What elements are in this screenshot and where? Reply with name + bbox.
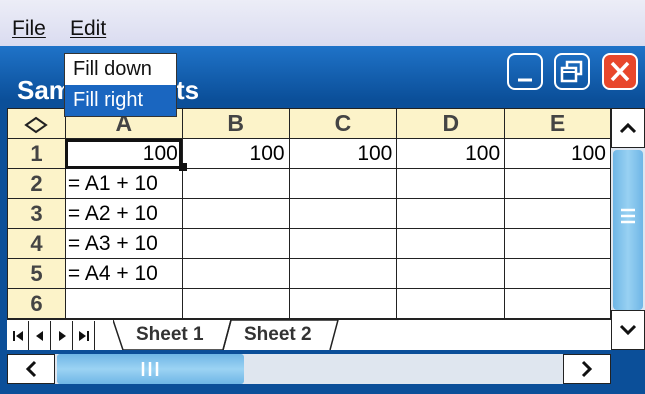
cell-d4[interactable] (396, 228, 506, 259)
previous-sheet-button[interactable] (29, 321, 51, 350)
row-header-1[interactable]: 1 (7, 138, 66, 169)
cell-a6[interactable] (64, 288, 183, 319)
sheet-tab-1[interactable]: Sheet 1 (136, 320, 204, 350)
cell-a1[interactable]: 100 (64, 138, 183, 169)
row-header-2[interactable]: 2 (7, 168, 66, 199)
cell-e6[interactable] (504, 288, 611, 319)
cell-a4[interactable]: = A3 + 10 (64, 228, 183, 259)
cell-e2[interactable] (504, 168, 611, 199)
cell-c3[interactable] (288, 198, 398, 229)
cell-b5[interactable] (181, 258, 290, 289)
cell-b3[interactable] (181, 198, 290, 229)
row-header-4[interactable]: 4 (7, 228, 66, 259)
cell-a2[interactable]: = A1 + 10 (64, 168, 183, 199)
horizontal-scroll-thumb[interactable] (57, 354, 244, 384)
edit-dropdown-menu: Fill down Fill right (64, 53, 177, 117)
file-menu[interactable]: File (12, 17, 46, 41)
column-header-d[interactable]: D (396, 108, 506, 139)
row-header-6[interactable]: 6 (7, 288, 66, 319)
cell-d2[interactable] (396, 168, 506, 199)
cell-c4[interactable] (288, 228, 398, 259)
row-header-3[interactable]: 3 (7, 198, 66, 229)
triangle-right-icon (58, 330, 66, 341)
scroll-right-button[interactable] (563, 354, 611, 384)
triangle-left-icon (35, 330, 43, 341)
cell-e3[interactable] (504, 198, 611, 229)
chevron-down-icon (619, 324, 637, 336)
cell-d3[interactable] (396, 198, 506, 229)
first-sheet-button[interactable] (7, 321, 29, 350)
vertical-scroll-thumb[interactable] (613, 150, 643, 310)
edit-menu[interactable]: Edit (70, 17, 106, 41)
cell-c1[interactable]: 100 (288, 138, 398, 169)
close-button[interactable] (602, 53, 638, 90)
cell-c6[interactable] (288, 288, 398, 319)
column-header-c[interactable]: C (288, 108, 398, 139)
cell-b4[interactable] (181, 228, 290, 259)
sheet-tab-2[interactable]: Sheet 2 (244, 320, 312, 350)
cell-d5[interactable] (396, 258, 506, 289)
menu-item-fill-down[interactable]: Fill down (65, 54, 176, 85)
close-icon (610, 61, 630, 82)
select-all-corner[interactable] (7, 108, 66, 139)
last-sheet-button[interactable] (73, 321, 95, 350)
row-header-5[interactable]: 5 (7, 258, 66, 289)
chevron-left-icon (25, 360, 37, 378)
cell-e1[interactable]: 100 (504, 138, 611, 169)
minimize-button[interactable] (507, 53, 543, 90)
cell-b6[interactable] (181, 288, 290, 319)
cell-b2[interactable] (181, 168, 290, 199)
cell-a5[interactable]: = A4 + 10 (64, 258, 183, 289)
spreadsheet-grid: A B C D E 1 100 100 100 100 100 2 = A1 +… (7, 108, 611, 319)
restore-icon (560, 60, 583, 83)
diamond-outline-icon (24, 116, 49, 134)
cell-e5[interactable] (504, 258, 611, 289)
cell-e4[interactable] (504, 228, 611, 259)
next-sheet-button[interactable] (51, 321, 73, 350)
scroll-left-button[interactable] (7, 354, 55, 384)
cell-d6[interactable] (396, 288, 506, 319)
cell-c5[interactable] (288, 258, 398, 289)
column-header-b[interactable]: B (181, 108, 290, 139)
menu-item-fill-right[interactable]: Fill right (65, 85, 176, 116)
scroll-down-button[interactable] (611, 310, 645, 350)
scroll-up-button[interactable] (611, 108, 645, 148)
fill-handle[interactable] (179, 163, 187, 171)
grip-icon (621, 208, 635, 224)
minimize-icon (518, 78, 532, 82)
column-header-e[interactable]: E (504, 108, 611, 139)
skip-first-icon (12, 330, 23, 341)
cell-b1[interactable]: 100 (181, 138, 290, 169)
cell-c2[interactable] (288, 168, 398, 199)
grip-icon (141, 362, 159, 376)
skip-last-icon (78, 330, 89, 341)
chevron-right-icon (581, 360, 593, 378)
chevron-up-icon (619, 122, 637, 134)
restore-button[interactable] (554, 53, 590, 90)
cell-d1[interactable]: 100 (396, 138, 506, 169)
cell-a3[interactable]: = A2 + 10 (64, 198, 183, 229)
